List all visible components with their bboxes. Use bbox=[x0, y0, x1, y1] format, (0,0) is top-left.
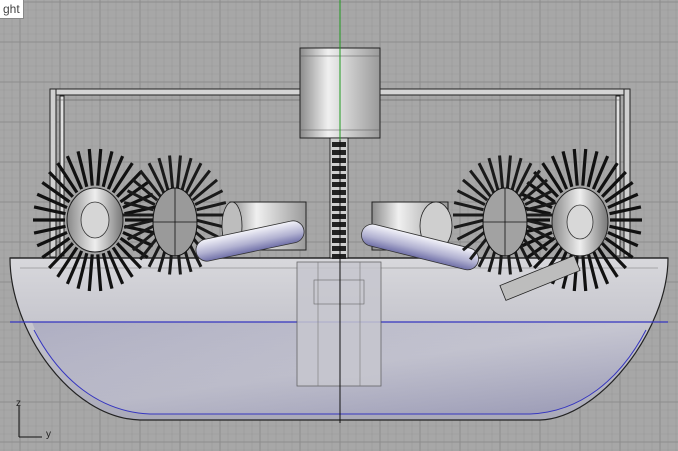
axis-z-label: z bbox=[16, 398, 21, 409]
paddle-blade bbox=[596, 162, 619, 194]
paddle-blade bbox=[96, 148, 103, 186]
chain-link bbox=[332, 254, 346, 259]
paddle-blade bbox=[581, 148, 588, 186]
chain-link bbox=[332, 190, 346, 195]
paddle-blade bbox=[601, 170, 627, 198]
viewport-right[interactable]: ght z y bbox=[0, 0, 678, 451]
center-column bbox=[296, 261, 382, 387]
paddle-blade bbox=[453, 201, 484, 212]
paddle-blade bbox=[456, 189, 486, 207]
model-scene bbox=[9, 0, 669, 423]
chain-link bbox=[332, 246, 346, 251]
paddle-blade bbox=[188, 169, 211, 198]
paddle-blade bbox=[498, 155, 505, 190]
paddle-blade bbox=[196, 201, 227, 212]
axis-y-label: y bbox=[46, 429, 51, 440]
paddle-blade bbox=[168, 155, 175, 190]
chain-link bbox=[332, 198, 346, 203]
chain-link bbox=[332, 182, 346, 187]
paddle-blade bbox=[139, 169, 162, 198]
chain-link bbox=[332, 142, 346, 147]
chain-link bbox=[332, 166, 346, 171]
paddle-blade bbox=[505, 155, 512, 190]
paddle-blade bbox=[518, 169, 541, 198]
chain-link bbox=[332, 214, 346, 219]
drive-chain bbox=[329, 137, 349, 259]
chain-link bbox=[332, 150, 346, 155]
paddle-blade bbox=[469, 169, 492, 198]
paddle-blade bbox=[194, 189, 224, 207]
chain-link bbox=[332, 230, 346, 235]
chain-link bbox=[332, 174, 346, 179]
paddle-blade bbox=[175, 155, 182, 190]
paddle-blade bbox=[572, 148, 579, 186]
chain-link bbox=[332, 238, 346, 243]
chain-link bbox=[332, 222, 346, 227]
viewport-title-label[interactable]: ght bbox=[0, 0, 24, 19]
paddle-blade bbox=[453, 218, 484, 229]
paddle-blade bbox=[456, 223, 486, 241]
paddle-blade bbox=[87, 148, 94, 186]
chain-link bbox=[332, 206, 346, 211]
paddle-blade bbox=[111, 162, 134, 194]
chain-link bbox=[332, 158, 346, 163]
paddle-blade bbox=[196, 218, 227, 229]
paddle-blade bbox=[541, 162, 564, 194]
